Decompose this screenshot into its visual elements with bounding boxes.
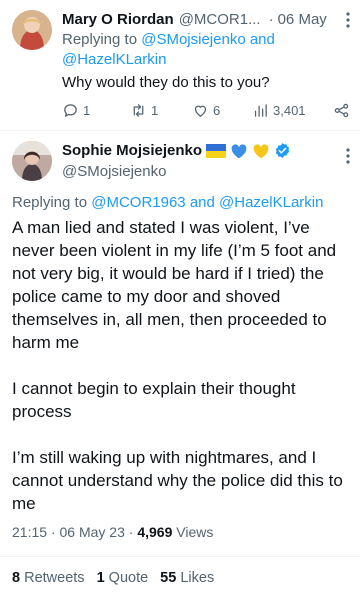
mention-link[interactable]: @HazelKLarkin: [62, 51, 166, 68]
replying-and: and: [249, 31, 275, 48]
analytics-icon: [254, 103, 267, 117]
separator-dot: ·: [128, 524, 134, 540]
replying-to: Replying to @SMojsiejenko and @HazelKLar…: [62, 30, 302, 70]
heart-icon: [194, 105, 207, 117]
retweets-count: 8: [12, 570, 21, 586]
retweets-stat[interactable]: 8 Retweets: [12, 570, 85, 586]
mention-link[interactable]: @HazelKLarkin: [219, 194, 323, 211]
engagement-stats: 8 Retweets 1 Quote 55 Likes: [12, 570, 214, 586]
quotes-label: Quote: [108, 570, 149, 586]
likes-label: Likes: [180, 570, 215, 586]
likes-count: 55: [160, 570, 177, 586]
retweet-count: 1: [151, 102, 159, 118]
retweet-button[interactable]: 1: [130, 102, 158, 119]
tweet-paragraph: A man lied and stated I was violent, I’v…: [12, 218, 337, 352]
tweet-text: Why would they do this to you?: [62, 74, 270, 91]
tweet-meta: 21:15 · 06 May 23 · 4,969 Views: [12, 524, 213, 540]
reply-button[interactable]: 1: [62, 102, 90, 119]
author-handle[interactable]: @SMojsiejenko: [62, 163, 166, 180]
view-count: 3,401: [273, 102, 306, 118]
replying-and: and: [189, 194, 215, 211]
quotes-stat[interactable]: 1 Quote: [97, 570, 149, 586]
comment-icon: [64, 103, 77, 117]
likes-stat[interactable]: 55 Likes: [160, 570, 214, 586]
avatar[interactable]: [12, 141, 52, 181]
author-line: Mary O Riordan @MCOR1... · 06 May: [62, 9, 350, 29]
separator-dot: ·: [50, 524, 56, 540]
like-button[interactable]: 6: [192, 102, 220, 119]
tweet-date[interactable]: 06 May: [278, 11, 327, 28]
tweet-paragraph: I’m still waking up with nightmares, and…: [12, 448, 343, 513]
tweet-paragraph: I cannot begin to explain their thought …: [12, 379, 296, 421]
yellow-heart-icon: [253, 143, 269, 158]
replying-prefix: Replying to: [12, 194, 88, 211]
reply-tweet[interactable]: Mary O Riordan @MCOR1... · 06 May Replyi…: [0, 0, 360, 126]
more-options-icon[interactable]: [346, 148, 350, 169]
replying-prefix: Replying to: [62, 31, 138, 48]
tweet-body: A man lied and stated I was violent, I’v…: [12, 216, 348, 515]
verified-badge-icon[interactable]: [274, 142, 291, 159]
views-label: Views: [176, 524, 214, 540]
like-count: 6: [213, 102, 221, 118]
avatar[interactable]: [12, 10, 52, 50]
views-button[interactable]: 3,401: [252, 102, 306, 119]
retweet-icon: [133, 103, 144, 117]
author-handle[interactable]: @MCOR1...: [179, 11, 261, 28]
mention-link[interactable]: @MCOR1963: [91, 194, 185, 211]
author-name[interactable]: Mary O Riordan: [62, 11, 174, 28]
quotes-count: 1: [96, 570, 105, 586]
share-button[interactable]: [333, 102, 350, 119]
retweets-label: Retweets: [24, 570, 85, 586]
action-bar: 1 1 6 3,401: [62, 100, 350, 120]
separator-dot: ·: [268, 10, 274, 28]
ukraine-flag-icon: [206, 143, 227, 158]
blue-heart-icon: [231, 143, 247, 158]
share-icon: [334, 103, 349, 117]
replying-to: Replying to @MCOR1963 and @HazelKLarkin: [12, 193, 323, 213]
divider: [0, 556, 360, 557]
divider: [0, 130, 360, 131]
views-count[interactable]: 4,969: [137, 524, 172, 540]
tweet-date[interactable]: 06 May 23: [60, 524, 125, 540]
author-line: Sophie Mojsiejenko: [62, 142, 291, 159]
tweet-time[interactable]: 21:15: [12, 524, 47, 540]
mention-link[interactable]: @SMojsiejenko: [141, 31, 245, 48]
more-options-icon[interactable]: [346, 12, 350, 33]
reply-count: 1: [83, 102, 91, 118]
author-name[interactable]: Sophie Mojsiejenko: [62, 142, 202, 159]
